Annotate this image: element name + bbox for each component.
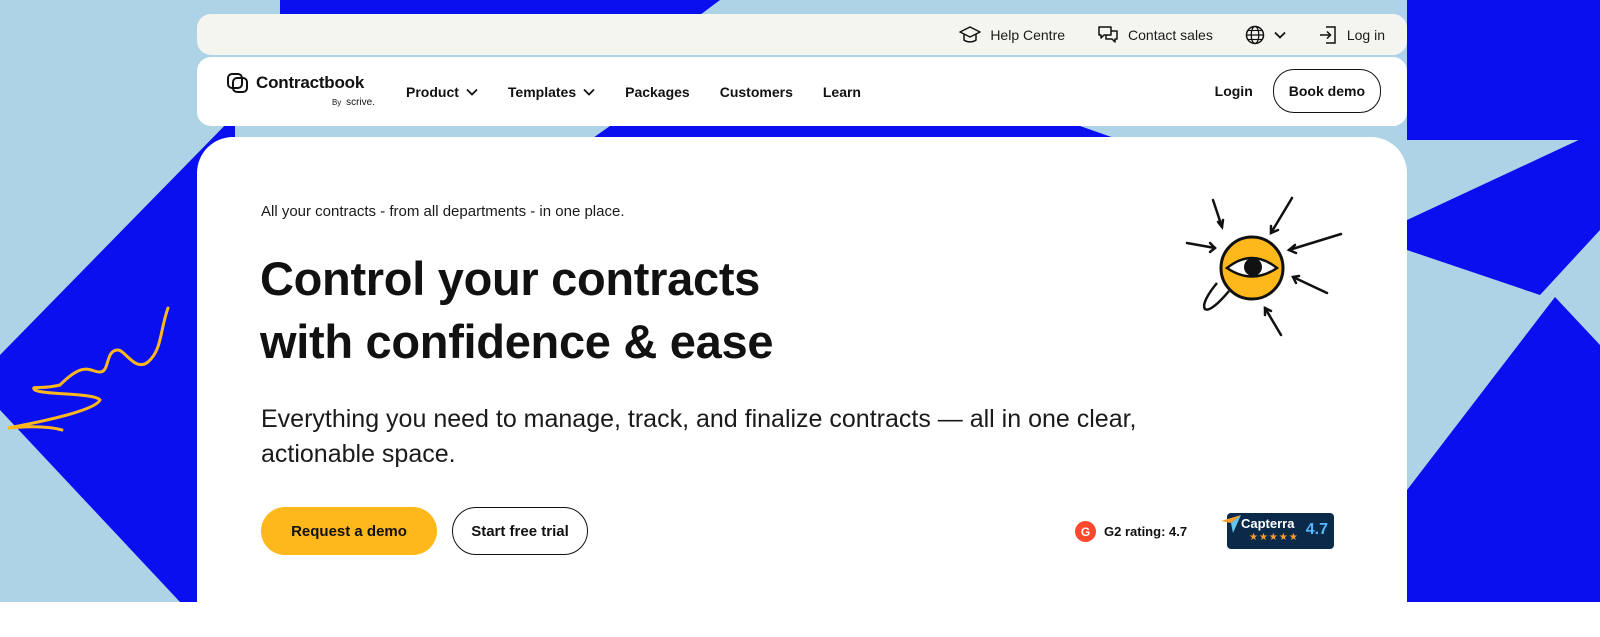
nav-item-customers[interactable]: Customers — [720, 84, 793, 100]
capterra-rating-badge[interactable]: Capterra ★★★★★ 4.7 — [1221, 513, 1334, 549]
nav-item-label: Templates — [507, 83, 577, 100]
main-navigation: Contractbook By scrive. Product Template… — [197, 57, 1407, 126]
nav-item-product[interactable]: Product — [406, 84, 478, 100]
start-free-trial-button[interactable]: Start free trial — [452, 507, 588, 555]
hero-subheadline: Everything you need to manage, track, an… — [261, 405, 1137, 468]
request-demo-button[interactable]: Request a demo — [261, 507, 437, 555]
language-selector[interactable] — [1245, 25, 1286, 45]
log-in-link[interactable]: Log in — [1318, 25, 1385, 45]
hero-headline: Control your contracts with confidence &… — [260, 247, 960, 373]
logo-wordmark: Contractbook — [256, 73, 365, 92]
chat-bubbles-icon — [1098, 25, 1118, 43]
hero-section: All your contracts - from all department… — [197, 137, 1407, 637]
g2-rating-text: G2 rating: 4.7 — [1104, 524, 1188, 539]
capterra-score: 4.7 — [1305, 521, 1328, 538]
globe-icon — [1245, 25, 1265, 44]
nav-item-packages[interactable]: Packages — [625, 84, 690, 100]
hero-eyebrow: All your contracts - from all department… — [261, 203, 625, 220]
nav-item-label: Product — [406, 83, 459, 100]
login-link[interactable]: Login — [1215, 83, 1253, 99]
graduation-cap-icon — [959, 25, 982, 43]
book-demo-button[interactable]: Book demo — [1272, 69, 1381, 113]
hero-headline-line-2: with confidence & ease — [260, 315, 774, 368]
contact-sales-link[interactable]: Contact sales — [1097, 25, 1213, 45]
nav-item-label: Packages — [625, 83, 690, 100]
capterra-name: Capterra — [1241, 516, 1295, 531]
g2-logo-icon: G — [1075, 521, 1096, 542]
log-in-label: Log in — [1346, 26, 1385, 43]
contact-sales-label: Contact sales — [1128, 26, 1213, 43]
nav-item-label: Customers — [719, 83, 793, 100]
contractbook-logo[interactable]: Contractbook By scrive. — [227, 73, 375, 113]
capterra-stars: ★★★★★ — [1249, 532, 1299, 543]
nav-item-templates[interactable]: Templates — [508, 84, 595, 100]
logo-by-label: By — [331, 98, 342, 107]
magnifier-eye-illustration — [1185, 196, 1343, 337]
nav-item-label: Learn — [822, 83, 861, 100]
chevron-down-icon — [466, 88, 478, 96]
g2-rating-badge[interactable]: G G2 rating: 4.7 — [1075, 521, 1187, 542]
capterra-flag-icon — [1221, 515, 1241, 533]
help-centre-link[interactable]: Help Centre — [959, 25, 1066, 44]
contractbook-logo-icon — [227, 73, 248, 93]
hero-headline-line-1: Control your contracts — [260, 252, 761, 305]
nav-links: Product Templates Packages Customers Lea… — [406, 57, 861, 126]
utility-bar: Help Centre Contact sales Log in — [197, 14, 1407, 55]
chevron-down-icon — [1274, 31, 1286, 39]
logo-brand: scrive. — [346, 97, 375, 108]
login-icon — [1319, 25, 1336, 44]
chevron-down-icon — [583, 88, 595, 96]
nav-actions: Login Book demo — [1215, 69, 1381, 113]
nav-item-learn[interactable]: Learn — [823, 84, 861, 100]
help-centre-label: Help Centre — [990, 26, 1066, 43]
logo-byline: By scrive. — [332, 97, 375, 108]
